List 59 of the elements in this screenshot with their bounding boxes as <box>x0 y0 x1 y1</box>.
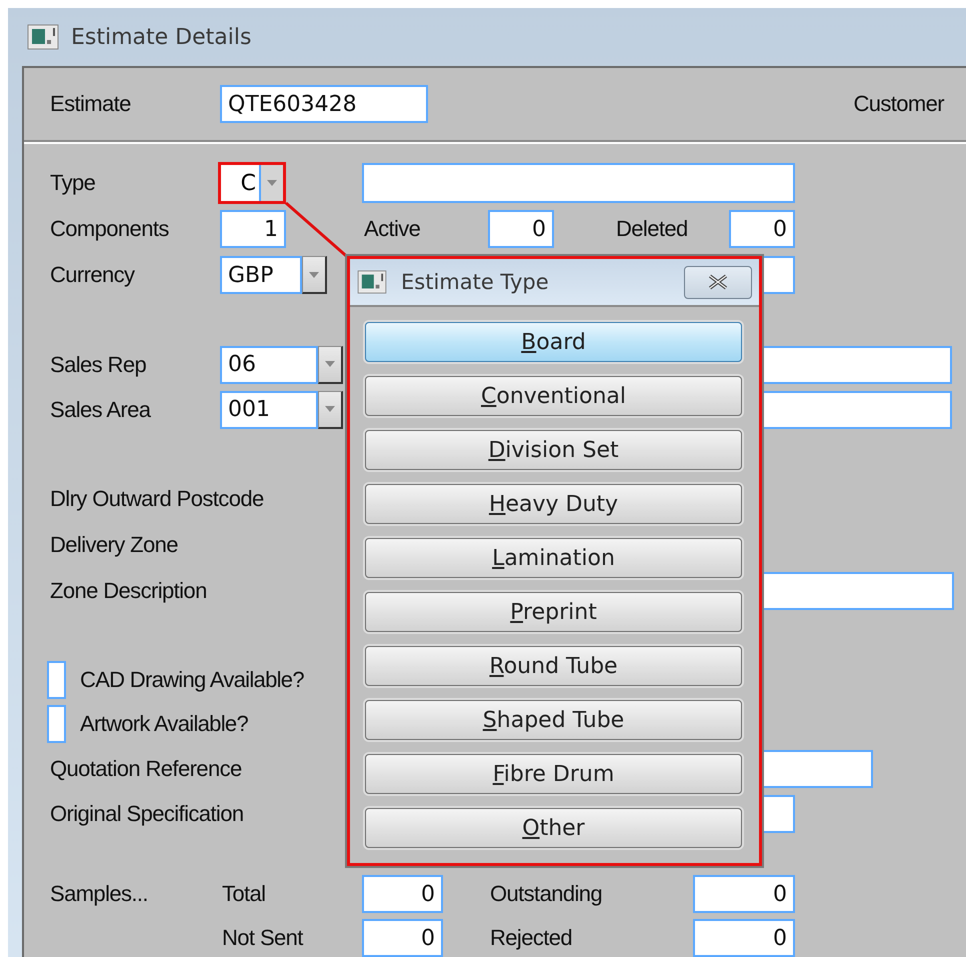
field-label: Components <box>50 216 170 242</box>
type-dropdown[interactable]: C <box>218 162 286 204</box>
count-field[interactable]: 0 <box>362 875 443 913</box>
count-field[interactable]: 1 <box>220 210 286 248</box>
field-label: Outstanding <box>490 881 604 907</box>
field-label: Dlry Outward Postcode <box>50 486 264 512</box>
field-label: Active <box>364 216 422 242</box>
checkbox[interactable] <box>47 705 66 743</box>
field-label: Not Sent <box>222 925 304 951</box>
count-field[interactable]: 0 <box>729 210 795 248</box>
dialog-title: Estimate Type <box>401 270 549 294</box>
field-label: Original Specification <box>50 800 244 826</box>
option-button[interactable]: Lamination <box>365 538 742 578</box>
count-field[interactable]: 0 <box>488 210 554 248</box>
field-label: Type <box>50 170 96 196</box>
option-button[interactable]: Preprint <box>365 592 742 632</box>
caret-icon <box>309 272 319 278</box>
field-label: Deleted <box>616 216 689 242</box>
field-label: Delivery Zone <box>50 532 178 558</box>
option-button[interactable]: Heavy Duty <box>365 484 742 524</box>
section-label: Samples... <box>50 881 149 907</box>
checkbox-label: CAD Drawing Available? <box>80 667 304 693</box>
checkbox[interactable] <box>47 661 66 699</box>
count-field[interactable]: 0 <box>693 875 795 913</box>
count-field[interactable]: 0 <box>362 919 443 957</box>
currency-field[interactable]: GBP <box>220 256 302 294</box>
option-button[interactable]: Other <box>365 808 742 848</box>
count-field[interactable]: 0 <box>693 919 795 957</box>
field-label: Customer <box>853 91 944 117</box>
window-title: Estimate Details <box>71 24 252 50</box>
field-label: Quotation Reference <box>50 756 242 782</box>
option-button[interactable]: Board <box>365 322 742 362</box>
checkbox-label: Artwork Available? <box>80 711 248 737</box>
field-label: Estimate <box>50 91 132 117</box>
code-field[interactable]: 06 <box>220 346 318 384</box>
estimate-field[interactable]: QTE603428 <box>220 85 428 123</box>
caret-icon <box>325 406 335 412</box>
field-label: Zone Description <box>50 578 207 604</box>
code-field[interactable]: 001 <box>220 390 318 428</box>
caret-icon <box>325 361 335 367</box>
window-icon <box>27 24 59 50</box>
field-label: Currency <box>50 262 136 288</box>
description-field[interactable] <box>362 163 795 203</box>
option-button[interactable]: Conventional <box>365 376 742 416</box>
field-label: Sales Area <box>50 396 152 422</box>
option-button[interactable]: Fibre Drum <box>365 754 742 794</box>
option-button[interactable]: Division Set <box>365 430 742 470</box>
field-label: Sales Rep <box>50 352 148 378</box>
close-button[interactable] <box>684 266 752 298</box>
caret-icon <box>267 180 277 186</box>
close-icon <box>707 274 729 290</box>
window-icon <box>357 270 387 294</box>
option-button[interactable]: Shaped Tube <box>365 700 742 740</box>
option-button[interactable]: Round Tube <box>365 646 742 686</box>
dropdown-button[interactable] <box>302 256 327 294</box>
dropdown-button[interactable] <box>318 346 343 384</box>
dropdown-button[interactable] <box>318 390 343 428</box>
field-label: Rejected <box>490 925 574 951</box>
field-label: Total <box>222 881 266 907</box>
